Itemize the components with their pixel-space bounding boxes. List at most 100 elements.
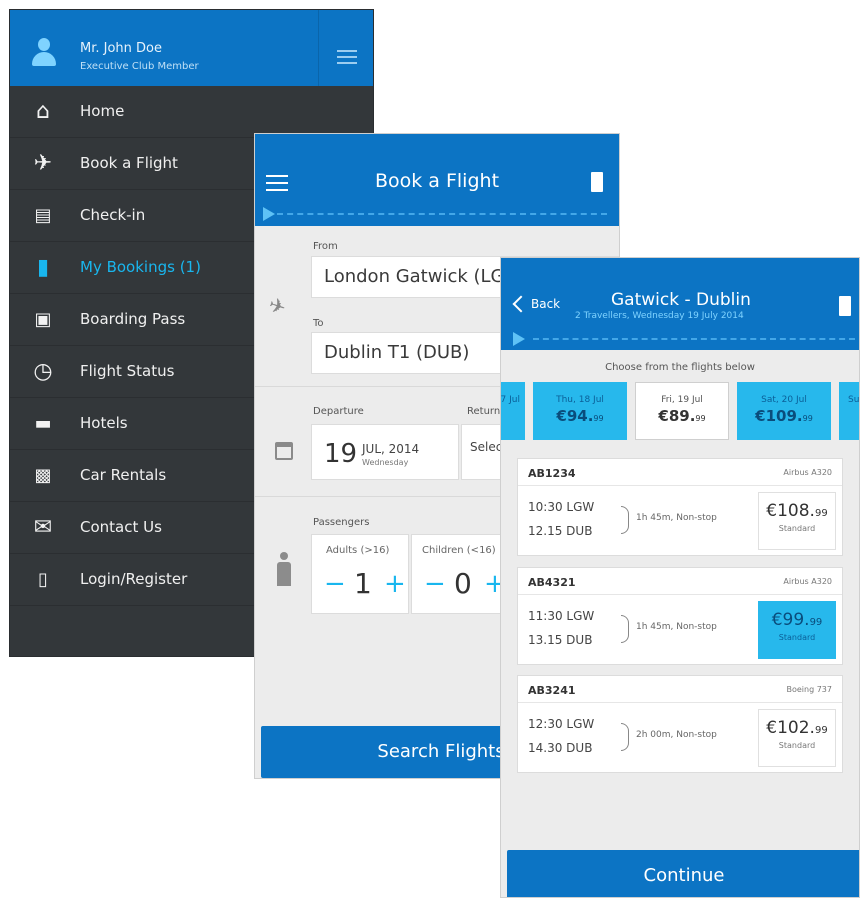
route-connector-icon xyxy=(621,615,629,643)
progress-arrow-icon xyxy=(263,207,275,221)
passengers-label: Passengers xyxy=(313,517,370,528)
progress-track xyxy=(533,338,855,340)
date-price: €89.99 xyxy=(658,407,706,425)
date-label: Sat, 20 Jul xyxy=(761,395,807,405)
page-title: Book a Flight xyxy=(374,170,500,192)
flight-duration: 2h 00m, Non-stop xyxy=(636,730,717,740)
aircraft-type: Boeing 737 xyxy=(786,685,833,694)
fare-price: €99.99 xyxy=(771,610,823,630)
to-label: To xyxy=(313,318,324,329)
arrival-time: 13.15 DUB xyxy=(528,633,593,647)
date-label: Thu, 18 Jul xyxy=(556,395,604,405)
back-label: Back xyxy=(531,297,561,311)
menu-item-label: Car Rentals xyxy=(80,466,167,484)
date-option-selected[interactable]: Fri, 19 Jul €89.99 xyxy=(635,382,729,440)
menu-item-label: Hotels xyxy=(80,414,128,432)
flight-card[interactable]: AB3241 Boeing 737 12:30 LGW 14.30 DUB 2h… xyxy=(517,675,843,773)
ticket-icon: ▤ xyxy=(34,205,52,226)
flight-card[interactable]: AB1234 Airbus A320 10:30 LGW 12.15 DUB 1… xyxy=(517,458,843,556)
date-label: Sun xyxy=(848,395,860,405)
departure-weekday: Wednesday xyxy=(362,458,409,467)
fare-price: €108.99 xyxy=(766,501,828,521)
children-minus-button[interactable]: − xyxy=(424,569,446,599)
fare-option-selected[interactable]: €99.99 Standard xyxy=(758,601,836,659)
logout-door-icon[interactable] xyxy=(839,296,851,316)
progress-track xyxy=(277,213,607,215)
profile-header[interactable]: Mr. John Doe Executive Club Member xyxy=(10,10,373,86)
flight-card[interactable]: AB4321 Airbus A320 11:30 LGW 13.15 DUB 1… xyxy=(517,567,843,665)
boarding-pass-icon: ▣ xyxy=(34,309,52,330)
departure-date-picker[interactable]: 19 JUL, 2014 Wednesday xyxy=(311,424,459,480)
date-price: €109.99 xyxy=(755,407,813,425)
page-title: Gatwick - Dublin xyxy=(611,290,751,310)
date-label: Fri, 19 Jul xyxy=(661,395,703,405)
date-price: €94.99 xyxy=(556,407,604,425)
door-icon: ▯ xyxy=(38,569,48,590)
book-icon: ▮ xyxy=(36,255,50,280)
app-bar: Back Gatwick - Dublin 2 Travellers, Wedn… xyxy=(501,258,859,350)
fare-price: €102.99 xyxy=(766,718,828,738)
user-name: Mr. John Doe xyxy=(80,41,162,56)
date-option[interactable]: Sat, 20 Jul €109.99 xyxy=(737,382,831,440)
adults-plus-button[interactable]: + xyxy=(384,569,406,599)
flight-duration: 1h 45m, Non-stop xyxy=(636,513,717,523)
date-label: Wed, 17 Jul xyxy=(500,395,520,405)
fare-option[interactable]: €102.99 Standard xyxy=(758,709,836,767)
car-icon: ▩ xyxy=(34,465,52,486)
aircraft-type: Airbus A320 xyxy=(783,468,832,477)
fare-class: Standard xyxy=(778,741,816,750)
departure-month: JUL, 2014 xyxy=(362,442,420,456)
passenger-icon xyxy=(277,552,291,586)
menu-item-label: Boarding Pass xyxy=(80,310,186,328)
user-avatar-icon xyxy=(32,38,56,68)
from-label: From xyxy=(313,241,338,252)
menu-item-label: Book a Flight xyxy=(80,154,178,172)
departure-label: Departure xyxy=(313,406,364,417)
progress-arrow-icon xyxy=(513,332,525,346)
menu-item-label: Check-in xyxy=(80,206,146,224)
fare-class: Standard xyxy=(778,524,816,533)
app-bar: Book a Flight xyxy=(255,134,619,226)
menu-item-label: Home xyxy=(80,102,125,120)
departure-day: 19 xyxy=(324,439,358,469)
flight-code: AB3241 xyxy=(528,684,576,697)
adults-stepper: Adults (>16) − 1 + xyxy=(311,534,409,614)
flight-clock-icon: ◷ xyxy=(33,359,53,384)
flight-code: AB1234 xyxy=(528,467,576,480)
menu-item-label: Login/Register xyxy=(80,570,188,588)
date-option-prev[interactable]: Wed, 17 Jul xyxy=(500,382,525,440)
route-connector-icon xyxy=(621,723,629,751)
aircraft-type: Airbus A320 xyxy=(783,577,832,586)
flight-results-screen: Back Gatwick - Dublin 2 Travellers, Wedn… xyxy=(500,257,860,898)
arrival-time: 12.15 DUB xyxy=(528,524,593,538)
home-icon: ⌂ xyxy=(36,99,50,124)
arrival-time: 14.30 DUB xyxy=(528,741,593,755)
hamburger-menu-icon[interactable] xyxy=(337,50,357,64)
adults-minus-button[interactable]: − xyxy=(324,569,346,599)
continue-button[interactable]: Continue xyxy=(507,850,859,897)
date-option-next[interactable]: Sun xyxy=(839,382,860,440)
airplane-icon: ✈ xyxy=(33,151,53,176)
menu-item-label: Contact Us xyxy=(80,518,162,536)
bed-icon: ▬ xyxy=(34,413,52,434)
adults-label: Adults (>16) xyxy=(326,545,390,556)
departure-time: 12:30 LGW xyxy=(528,717,595,731)
menu-item-home[interactable]: ⌂ Home xyxy=(10,86,373,138)
chevron-left-icon xyxy=(512,295,530,313)
fare-option[interactable]: €108.99 Standard xyxy=(758,492,836,550)
adults-count: 1 xyxy=(354,567,372,600)
airplane-icon: ✈ xyxy=(265,291,290,321)
menu-item-label: Flight Status xyxy=(80,362,175,380)
flight-code: AB4321 xyxy=(528,576,576,589)
children-count: 0 xyxy=(454,567,472,600)
return-label: Return xyxy=(467,406,501,417)
page-subtitle: 2 Travellers, Wednesday 19 July 2014 xyxy=(575,311,744,321)
calendar-icon xyxy=(275,442,293,460)
logout-door-icon[interactable] xyxy=(591,172,603,192)
flight-duration: 1h 45m, Non-stop xyxy=(636,622,717,632)
envelope-icon: ✉ xyxy=(33,515,53,540)
user-membership: Executive Club Member xyxy=(80,61,199,72)
back-button[interactable]: Back xyxy=(512,295,561,313)
date-option[interactable]: Thu, 18 Jul €94.99 xyxy=(533,382,627,440)
menu-item-label: My Bookings (1) xyxy=(80,258,201,276)
